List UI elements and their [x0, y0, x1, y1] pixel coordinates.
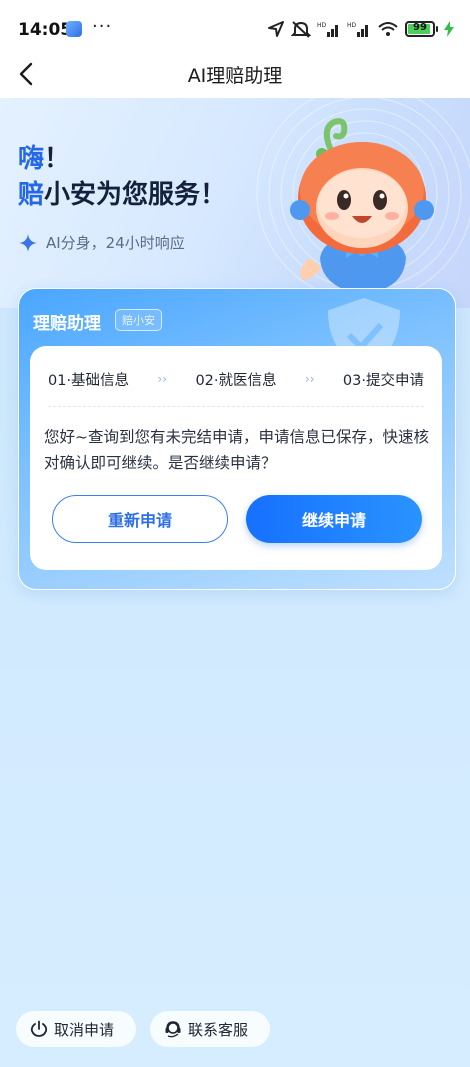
signal-icon: HD [317, 22, 338, 37]
step-3: 03·提交申请 [342, 372, 424, 389]
svg-text:HD: HD [317, 22, 327, 29]
status-time: 14:05 [18, 20, 73, 40]
battery-level: 99 [413, 22, 427, 33]
charging-icon [444, 21, 454, 37]
more-notifications-icon: ··· [92, 16, 113, 37]
nav-bar: AI理赔助理 [0, 50, 470, 98]
claim-resume-panel: 01·基础信息 ›› 02·就医信息 ›› 03·提交申请 您好~查询到您有未完… [30, 346, 442, 570]
cancel-application-button[interactable]: 取消申请 [16, 1011, 136, 1047]
wifi-icon [378, 22, 398, 36]
greeting-rest-2: 小安为您服务！ [44, 180, 227, 210]
greeting-highlight-1: 嗨 [18, 144, 45, 174]
step-arrow-icon: ›› [304, 372, 315, 386]
status-icons: HD HD 99 [267, 18, 454, 40]
step-1: 01·基础信息 [48, 372, 130, 389]
greeting-rest-1: ！ [44, 144, 71, 174]
power-icon [30, 1020, 48, 1037]
page-title: AI理赔助理 [187, 65, 283, 87]
restart-application-button[interactable]: 重新申请 [52, 495, 228, 543]
greeting-line-1: 嗨！ [18, 138, 70, 175]
sparkle-icon [19, 233, 37, 252]
claim-steps: 01·基础信息 ›› 02·就医信息 ›› 03·提交申请 [48, 368, 424, 390]
contact-support-label: 联系客服 [188, 1020, 249, 1039]
resume-message: 您好~查询到您有未完结申请，申请信息已保存，快速核对确认即可继续。是否继续申请？ [44, 428, 429, 472]
greeting-line-2: 赔小安为您服务！ [18, 174, 226, 211]
card-tag: 赔小安 [115, 309, 162, 331]
cancel-application-label: 取消申请 [54, 1020, 115, 1039]
customer-service-icon [165, 1021, 181, 1038]
continue-application-button[interactable]: 继续申请 [246, 495, 422, 543]
contact-support-button[interactable]: 联系客服 [150, 1011, 270, 1047]
hero-subtitle-text: AI分身，24小时响应 [46, 234, 185, 252]
location-icon [268, 21, 284, 37]
signal-icon-2: HD [347, 22, 368, 37]
step-arrow-icon: ›› [157, 372, 168, 386]
card-title: 理赔助理 [33, 314, 101, 334]
hero-subtitle: AI分身，24小时响应 [18, 232, 185, 253]
app-notification-icon [66, 21, 82, 37]
divider [48, 406, 424, 407]
greeting-highlight-2: 赔 [18, 180, 45, 210]
step-2: 02·就医信息 [195, 372, 277, 389]
mascot-illustration [290, 118, 434, 294]
mute-icon [291, 21, 311, 38]
svg-text:HD: HD [347, 22, 357, 29]
battery-icon: 99 [405, 21, 438, 37]
